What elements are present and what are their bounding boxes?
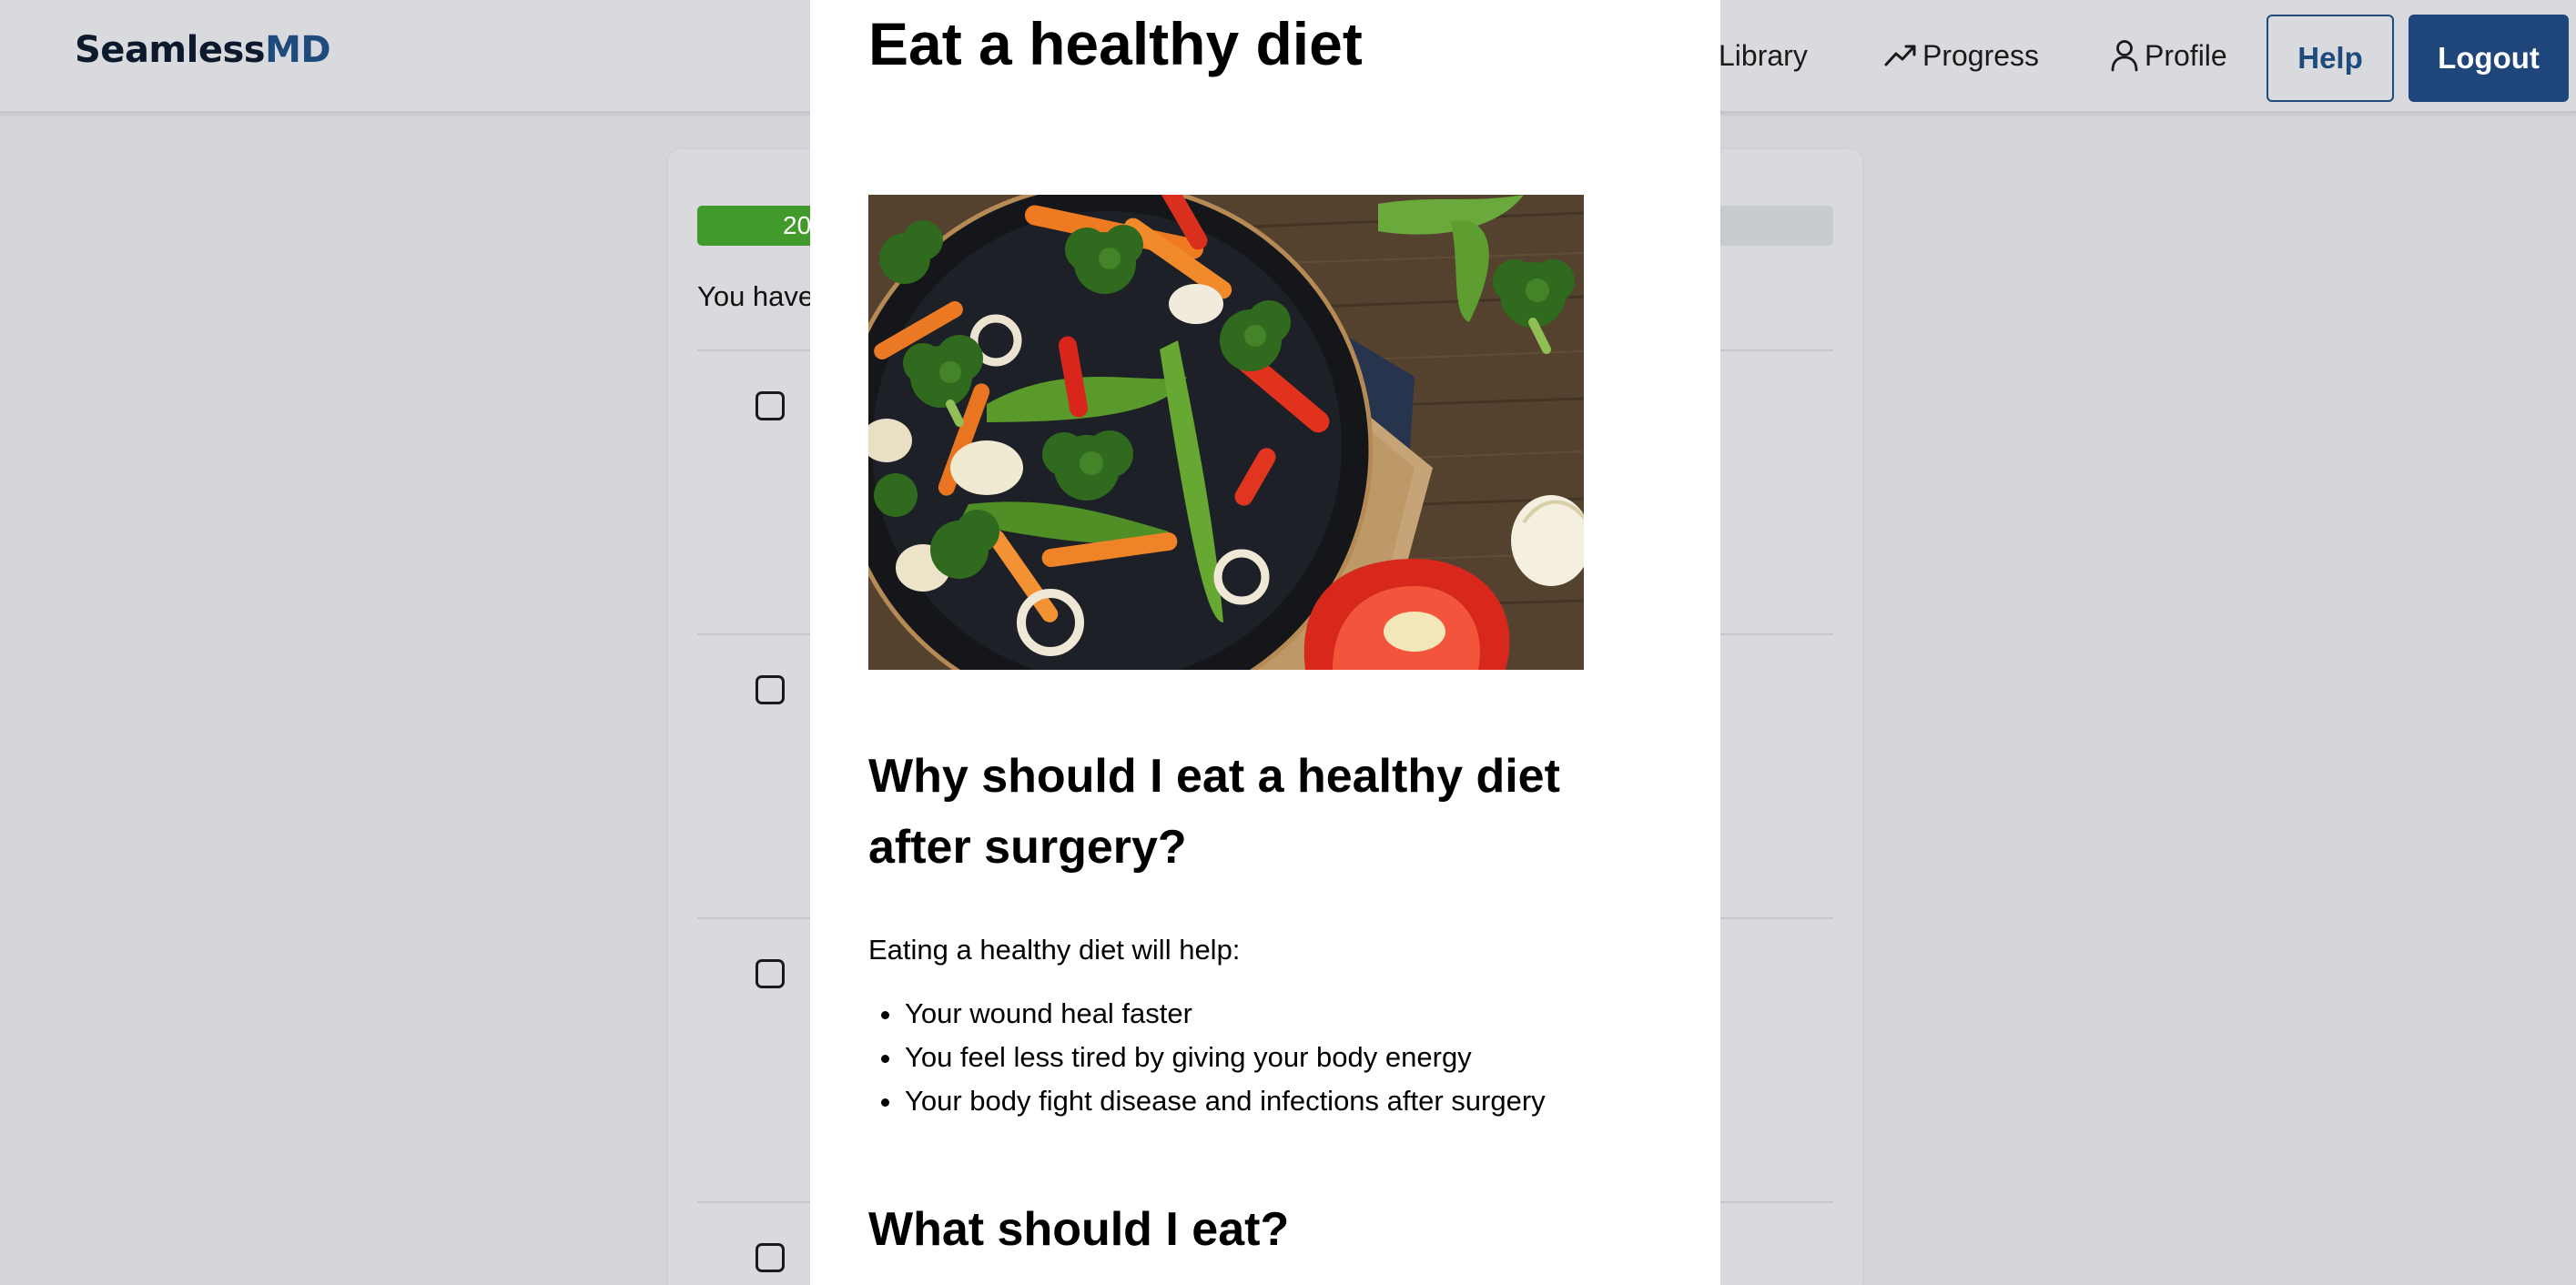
why-heading: Why should I eat a healthy diet after su… (868, 750, 1560, 874)
list-item: Your body fight disease and infections a… (868, 1079, 1546, 1123)
article-modal[interactable]: Eat a healthy diet Why should I eat a he… (810, 0, 1720, 1285)
task-checkbox[interactable] (756, 675, 785, 704)
nav-progress-link[interactable]: Progress (1884, 33, 2039, 78)
list-item: Your wound heal faster (868, 992, 1546, 1036)
trending-up-icon (1884, 43, 1917, 68)
nav-profile-label: Profile (2145, 38, 2227, 72)
user-icon (2110, 39, 2139, 72)
article-title: Eat a healthy diet (868, 10, 1363, 77)
nav-profile-link[interactable]: Profile (2110, 33, 2227, 78)
task-checkbox[interactable] (756, 1243, 785, 1272)
help-button[interactable]: Help (2267, 15, 2394, 102)
healthy-food-image (868, 195, 1584, 670)
logout-button[interactable]: Logout (2409, 15, 2569, 102)
nav-library-label: Library (1719, 38, 1808, 72)
benefits-list: Your wound heal faster You feel less tir… (868, 992, 1546, 1123)
benefits-intro: Eating a healthy diet will help: (868, 934, 1241, 966)
logo-text-seamless: Seamless (75, 29, 266, 71)
task-checkbox[interactable] (756, 391, 785, 420)
task-summary-text: You have (697, 280, 815, 312)
task-checkbox[interactable] (756, 959, 785, 988)
nav-library-link[interactable]: Library (1719, 33, 1808, 78)
what-heading: What should I eat? (868, 1203, 1290, 1256)
seamlessmd-logo[interactable]: SeamlessMD (75, 29, 331, 71)
logo-text-md: MD (265, 29, 331, 71)
list-item: You feel less tired by giving your body … (868, 1036, 1546, 1079)
nav-progress-label: Progress (1922, 38, 2040, 72)
